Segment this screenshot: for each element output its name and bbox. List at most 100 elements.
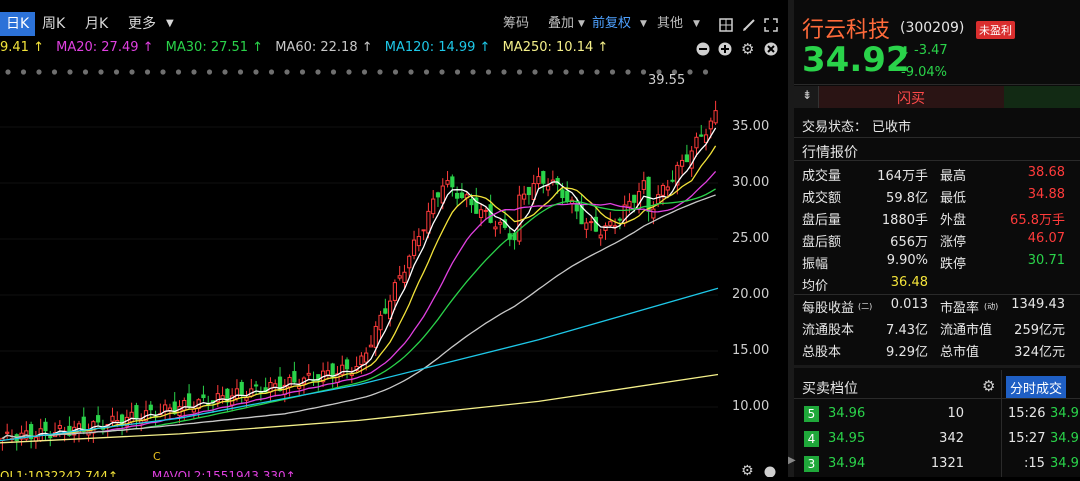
trade-time: :15 [1024,456,1045,471]
event-dot [82,69,89,75]
candle-body [713,110,718,124]
candle-body [699,134,704,137]
gear-icon[interactable]: ⚙ [741,42,754,57]
candle-body [253,384,259,387]
event-dot [206,69,213,75]
mavol-value: MAVOL2:1551943.330↑ [151,469,296,477]
candle-body [670,179,675,182]
bid-qty: 342 [939,431,964,446]
draw-pen-icon[interactable] [742,17,756,31]
event-dot [516,69,523,75]
close-icon[interactable] [764,466,776,481]
status-badge: 未盈利 [976,21,1015,39]
candle-body [694,136,699,149]
row-label: 市盈率 [940,301,980,316]
candle-body [148,404,153,411]
event-dot [20,69,27,75]
row-label: 均价 [802,279,829,294]
event-dot [299,69,306,75]
high-price-marker: 39.55 [648,73,686,88]
candle-body [268,381,273,393]
event-dot [392,69,399,75]
candle-body [411,239,417,256]
candle-body [129,411,134,423]
row-label: 涨停 [940,235,967,250]
chevron-right-icon[interactable]: ▶ [788,455,796,466]
event-dot [268,69,275,75]
flash-buy-button[interactable]: 闪买 [818,86,1004,108]
add-plus-icon[interactable] [718,42,732,60]
ma250-value: MA250: 10.14 ↑ [502,40,609,55]
candle-body [445,180,450,185]
orderbook-title: 买卖档位 [802,381,858,397]
kline-canvas[interactable] [0,62,725,460]
gear-icon[interactable]: ⚙ [741,464,754,478]
chevron-down-icon[interactable]: ▼ [578,12,585,36]
trade-price: 34.9 [1050,456,1079,471]
event-dot [470,69,476,75]
collapse-arrow-icon[interactable]: ⇟ [802,88,812,102]
candle-body [43,421,48,432]
chevron-down-icon[interactable]: ▼ [693,12,700,36]
tab-month-k[interactable]: 月K [85,12,108,36]
event-dot [222,69,228,75]
chip-distribution-button[interactable]: 筹码 [503,12,529,36]
tab-more[interactable]: 更多 [128,12,156,36]
candle-body [526,186,532,196]
grid-layout-icon[interactable] [719,17,733,32]
candle-body [598,234,603,239]
tab-week-k[interactable]: 周K [42,12,65,36]
trade-price: 34.9 [1050,406,1079,421]
row-value: 9.29亿 [886,345,928,360]
flash-sell-button[interactable] [1004,86,1080,108]
event-dot [160,69,166,75]
trade-price: 34.9 [1050,431,1079,446]
event-dot [191,69,197,75]
close-icon[interactable] [764,42,778,60]
candle-body [651,208,656,219]
event-dot [423,69,430,75]
event-dot [578,69,585,75]
last-price: 34.92 [802,40,910,80]
candle-body [364,352,369,363]
candle-body [589,221,594,224]
candle-body [435,192,441,198]
candle-body [680,159,685,167]
candle-body [5,431,10,434]
event-dot [237,69,244,75]
tab-day-k[interactable]: 日K [0,12,36,36]
candle-body [541,171,546,184]
candle-body [660,184,666,196]
overlay-button[interactable]: 叠加 [548,12,574,36]
panel-divider[interactable] [788,0,794,477]
collapse-minus-icon[interactable] [696,42,710,60]
ma10-value: 9.41 ↑ [0,40,44,55]
other-button[interactable]: 其他 [657,12,683,36]
candle-body [426,210,431,234]
chevron-down-icon[interactable]: ▼ [640,12,647,36]
gear-icon[interactable]: ⚙ [982,377,995,395]
price-tick: 25.00 [732,231,770,246]
bid-qty: 1321 [930,456,964,471]
candle-body [110,415,115,422]
candle-body [440,185,445,204]
candle-body [431,198,436,215]
bid-level-badge: 5 [804,406,819,422]
tab-time-trades[interactable]: 分时成交 [1006,376,1067,399]
candle-body [234,388,240,400]
chevron-down-icon[interactable]: ▼ [166,12,174,36]
candle-body [656,194,661,205]
row-label: 流通股本 [802,323,855,338]
fullscreen-icon[interactable] [764,17,778,32]
row-label: 跌停 [940,257,967,272]
adjust-mode-button[interactable]: 前复权 [592,12,631,36]
event-dot [439,69,445,75]
bid-level-badge: 4 [804,431,819,447]
candle-body [344,359,350,370]
section-title: 行情报价 [802,145,858,161]
candle-body [48,435,53,439]
event-dot [5,69,11,75]
candle-body [392,282,397,301]
ma60-value: MA60: 22.18 ↑ [275,40,373,55]
ma-legend: 9.41 ↑ MA20: 27.49 ↑ MA30: 27.51 ↑ MA60:… [0,40,616,60]
